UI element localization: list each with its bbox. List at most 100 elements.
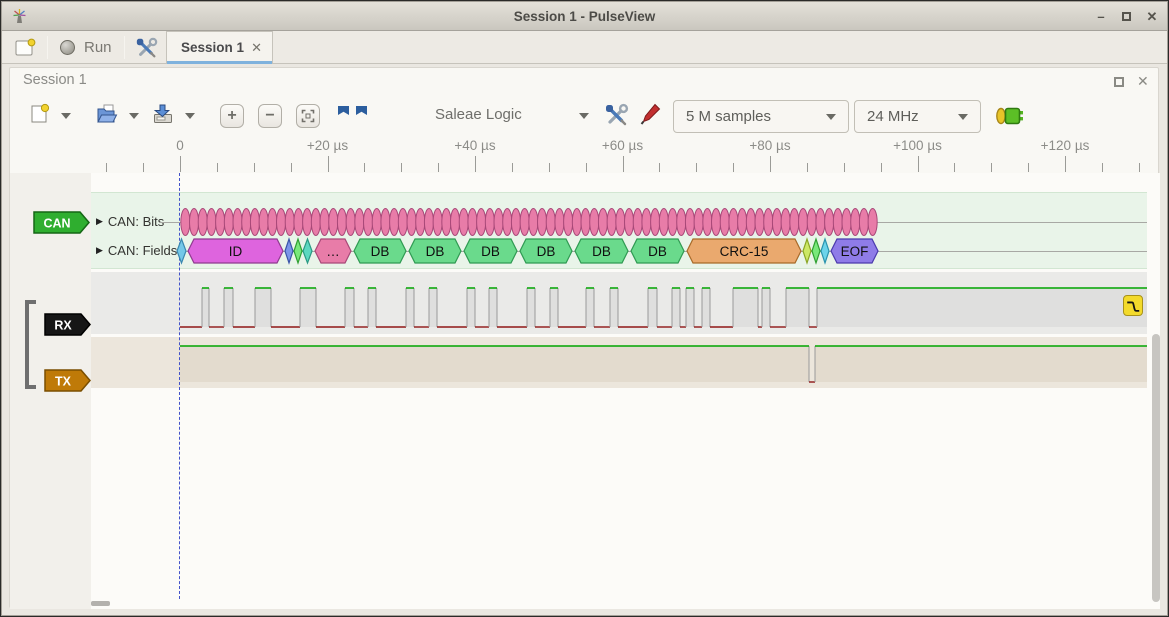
new-file-button[interactable]	[27, 102, 51, 131]
maximize-button[interactable]	[1122, 12, 1131, 21]
open-dropdown-arrow[interactable]	[129, 113, 139, 119]
sample-rate-select[interactable]: 24 MHz	[854, 100, 981, 133]
ruler-major-tick	[770, 156, 771, 172]
ruler-major-tick	[918, 156, 919, 172]
time-zero-cursor[interactable]	[179, 173, 180, 599]
decoder-row-fields-label: CAN: Fields	[108, 243, 177, 258]
cursor-flags-icon	[334, 102, 372, 128]
sample-count-value: 5 M samples	[686, 108, 771, 125]
trace-label-gutter	[10, 173, 91, 609]
ruler-major-tick	[1065, 156, 1066, 172]
zoom-in-button[interactable]: +	[220, 104, 244, 128]
ruler-minor-tick	[401, 163, 402, 172]
tx-band[interactable]	[91, 337, 1147, 388]
sample-count-select[interactable]: 5 M samples	[673, 100, 849, 133]
channels-probe-button[interactable]	[639, 101, 663, 132]
trigger-marker[interactable]	[1123, 295, 1143, 316]
run-button[interactable]: Run	[54, 35, 118, 60]
decoder-icon	[994, 104, 1024, 128]
minimize-button[interactable]: –	[1094, 9, 1108, 24]
ruler-minor-tick	[512, 163, 513, 172]
ruler-minor-tick	[807, 163, 808, 172]
show-cursors-button[interactable]	[334, 102, 372, 133]
ruler-minor-tick	[586, 163, 587, 172]
save-icon	[151, 102, 175, 126]
ruler-minor-tick	[1028, 163, 1029, 172]
ruler-minor-tick	[143, 163, 144, 172]
ruler-minor-tick	[881, 163, 882, 172]
tools-icon	[134, 36, 160, 60]
save-dropdown-arrow[interactable]	[185, 113, 195, 119]
probe-icon	[639, 101, 663, 127]
new-session-button[interactable]	[10, 35, 40, 60]
device-dropdown-arrow[interactable]	[579, 113, 589, 119]
ruler-label: +100 µs	[893, 138, 942, 153]
new-file-dropdown-arrow[interactable]	[61, 113, 71, 119]
ruler-major-tick	[180, 156, 181, 172]
decoder-row-bits-label: CAN: Bits	[108, 214, 164, 229]
expand-arrow-icon[interactable]: ▶	[96, 245, 103, 256]
rx-band[interactable]	[91, 272, 1147, 334]
save-button[interactable]	[151, 102, 175, 131]
tools-icon	[603, 102, 631, 128]
zoom-fit-icon	[301, 109, 315, 123]
ruler-minor-tick	[844, 163, 845, 172]
ruler-major-tick	[328, 156, 329, 172]
ruler-minor-tick	[254, 163, 255, 172]
tab-session-1[interactable]: Session 1 ✕	[166, 31, 273, 64]
ruler-minor-tick	[549, 163, 550, 172]
zoom-fit-button[interactable]	[296, 104, 320, 128]
falling-edge-icon	[1125, 298, 1141, 314]
ruler-major-tick	[623, 156, 624, 172]
ruler-minor-tick	[438, 163, 439, 172]
run-label: Run	[84, 39, 112, 56]
ruler-minor-tick	[659, 163, 660, 172]
expand-arrow-icon[interactable]: ▶	[96, 216, 103, 227]
run-state-icon	[60, 40, 75, 55]
device-config-button[interactable]	[603, 102, 631, 133]
horizontal-scrollbar[interactable]	[91, 601, 110, 606]
ruler-minor-tick	[291, 163, 292, 172]
ruler-label: +80 µs	[749, 138, 790, 153]
vertical-scrollbar[interactable]	[1152, 334, 1160, 602]
new-session-icon	[14, 38, 36, 58]
device-selector[interactable]: Saleae Logic	[435, 106, 522, 123]
zoom-out-button[interactable]: −	[258, 104, 282, 128]
ruler-minor-tick	[1102, 163, 1103, 172]
ruler-label: +120 µs	[1041, 138, 1090, 153]
dock-close-button[interactable]: ✕	[1137, 73, 1149, 90]
ruler-label: +60 µs	[602, 138, 643, 153]
tab-label: Session 1	[181, 32, 244, 63]
window-title: Session 1 - PulseView	[2, 2, 1167, 31]
settings-button[interactable]	[131, 34, 163, 61]
time-ruler[interactable]: 0 +20 µs +40 µs +60 µs +80 µs +100 µs +120 µs	[1, 136, 1169, 173]
titlebar[interactable]: Session 1 - PulseView – ✕	[2, 2, 1167, 31]
ruler-minor-tick	[991, 163, 992, 172]
decoder-row-fields[interactable]: ▶ CAN: Fields	[96, 243, 177, 258]
ruler-minor-tick	[364, 163, 365, 172]
ruler-label: 0	[176, 138, 184, 153]
close-button[interactable]: ✕	[1145, 9, 1159, 25]
dock-title: Session 1	[23, 72, 87, 88]
tab-close-icon[interactable]: ✕	[251, 32, 262, 63]
decoder-row-bits[interactable]: ▶ CAN: Bits	[96, 214, 164, 229]
trace-group-bracket[interactable]	[25, 300, 36, 389]
dock-float-button[interactable]	[1114, 77, 1124, 87]
ruler-minor-tick	[106, 163, 107, 172]
open-button[interactable]	[95, 102, 119, 131]
main-toolbar: Run Session 1 ✕	[2, 31, 1167, 64]
app-window: Session 1 - PulseView – ✕ Run	[0, 0, 1169, 617]
ruler-minor-tick	[696, 163, 697, 172]
chevron-down-icon	[958, 114, 968, 120]
chevron-down-icon	[826, 114, 836, 120]
decoder-band[interactable]	[91, 192, 1147, 269]
open-folder-icon	[95, 102, 119, 126]
ruler-minor-tick	[217, 163, 218, 172]
ruler-major-tick	[475, 156, 476, 172]
toolbar-separator	[124, 36, 125, 59]
ruler-label: +20 µs	[307, 138, 348, 153]
ruler-minor-tick	[954, 163, 955, 172]
add-decoder-button[interactable]	[994, 104, 1024, 133]
ruler-minor-tick	[1139, 163, 1140, 172]
ruler-label: +40 µs	[454, 138, 495, 153]
